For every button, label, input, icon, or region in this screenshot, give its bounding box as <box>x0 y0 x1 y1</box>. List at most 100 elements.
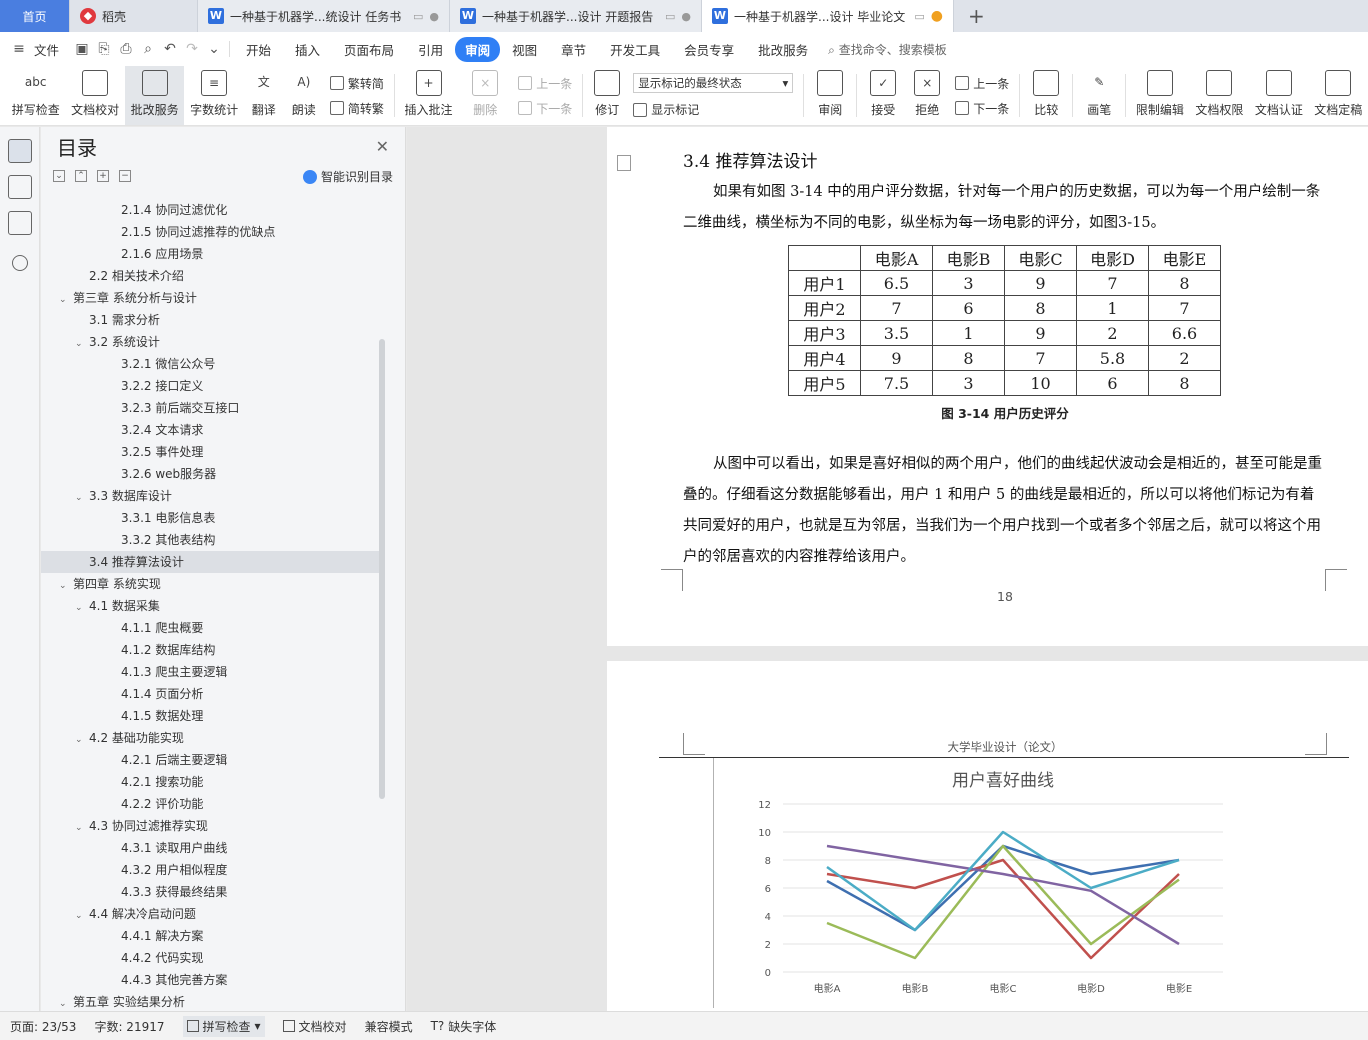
toc-item[interactable]: 4.1.3 爬虫主要逻辑 <box>41 661 381 683</box>
toc-item[interactable]: 4.2.2 评价功能 <box>41 793 381 815</box>
new-tab-button[interactable]: + <box>954 0 999 32</box>
window-icon[interactable]: ▭ <box>914 10 924 23</box>
toc-item[interactable]: 4.4.3 其他完善方案 <box>41 969 381 991</box>
toc-item[interactable]: 2.1.5 协同过滤推荐的优缺点 <box>41 221 381 243</box>
expand-arrow-icon[interactable]: ⌄ <box>75 729 89 751</box>
toc-item[interactable]: ⌄ 第四章 系统实现 <box>41 573 381 595</box>
table-cell[interactable]: 用户5 <box>788 370 861 396</box>
save-icon[interactable]: ▣ <box>71 41 93 57</box>
expand-arrow-icon[interactable]: ⌄ <box>59 289 73 311</box>
table-cell[interactable]: 3 <box>932 370 1005 396</box>
word-count-indicator[interactable]: 字数: 21917 <box>94 1018 164 1035</box>
toc-item[interactable]: 4.1.2 数据库结构 <box>41 639 381 661</box>
prev-comment-button[interactable]: 上一条 <box>518 75 572 92</box>
preference-chart[interactable]: 用户喜好曲线 0 2 4 6 8 10 12 电影A 电影B 电影C 电影D 电影E <box>713 758 1273 1008</box>
table-cell[interactable]: 1 <box>932 320 1005 346</box>
toc-item[interactable]: 2.1.4 协同过滤优化 <box>41 199 381 221</box>
tab-home[interactable]: 首页 <box>0 0 70 32</box>
menu-review[interactable]: 审阅 <box>455 36 501 62</box>
menu-chapter[interactable]: 章节 <box>549 40 598 59</box>
next-comment-button[interactable]: 下一条 <box>518 100 572 117</box>
table-cell[interactable]: 用户2 <box>788 295 861 321</box>
toc-item[interactable]: 4.1.4 页面分析 <box>41 683 381 705</box>
remove-heading-icon[interactable]: − <box>119 170 131 182</box>
show-markup-button[interactable]: 显示标记 <box>633 101 793 118</box>
toc-item[interactable]: 4.4.2 代码实现 <box>41 947 381 969</box>
table-cell[interactable]: 7 <box>1148 295 1221 321</box>
tab-doc-2[interactable]: W 一种基于机器学...设计 开题报告 ▭ ● <box>450 0 702 32</box>
toc-item[interactable]: 2.1.6 应用场景 <box>41 243 381 265</box>
next-change-button[interactable]: 下一条 <box>955 100 1009 117</box>
toc-item[interactable]: 3.2.6 web服务器 <box>41 463 381 485</box>
table-cell[interactable]: 电影A <box>860 245 933 271</box>
toc-item[interactable]: 2.2 相关技术介绍 <box>41 265 381 287</box>
prev-change-button[interactable]: 上一条 <box>955 75 1009 92</box>
tab-daoke[interactable]: ◆ 稻壳 <box>70 0 198 32</box>
toc-item[interactable]: ⌄ 4.4 解决冷启动问题 <box>41 903 381 925</box>
table-cell[interactable]: 7.5 <box>860 370 933 396</box>
table-cell[interactable]: 2 <box>1076 320 1149 346</box>
doc-check-button[interactable]: 文档校对 <box>65 66 124 125</box>
toc-panel-icon[interactable] <box>7 139 32 163</box>
menu-references[interactable]: 引用 <box>406 40 455 59</box>
menu-member[interactable]: 会员专享 <box>672 40 746 59</box>
table-cell[interactable]: 8 <box>1004 295 1077 321</box>
translate-button[interactable]: 文翻译 <box>244 66 284 125</box>
expand-arrow-icon[interactable]: ⌄ <box>75 597 89 619</box>
table-cell[interactable]: 1 <box>1076 295 1149 321</box>
expand-arrow-icon[interactable]: ⌄ <box>59 575 73 597</box>
track-changes-button[interactable]: 修订 <box>587 66 627 125</box>
reject-button[interactable]: × 拒绝 <box>905 66 949 125</box>
toc-item[interactable]: 3.4 推荐算法设计 <box>41 551 381 573</box>
menu-correction[interactable]: 批改服务 <box>746 40 820 59</box>
doc-rights-button[interactable]: 文档权限 <box>1190 66 1249 125</box>
search-icon[interactable] <box>11 255 28 271</box>
accept-button[interactable]: ✓ 接受 <box>861 66 905 125</box>
toc-item[interactable]: 3.2.5 事件处理 <box>41 441 381 463</box>
read-aloud-button[interactable]: A) 朗读 <box>284 66 324 125</box>
smart-toc-button[interactable]: 智能识别目录 <box>302 168 393 185</box>
menu-insert[interactable]: 插入 <box>283 40 332 59</box>
toc-item[interactable]: ⌄ 3.2 系统设计 <box>41 331 381 353</box>
table-cell[interactable]: 8 <box>932 345 1005 371</box>
navigation-pane-icon[interactable] <box>7 175 32 199</box>
toc-item[interactable]: ⌄ 3.3 数据库设计 <box>41 485 381 507</box>
toc-item[interactable]: 3.2.3 前后端交互接口 <box>41 397 381 419</box>
review-service-button[interactable]: 批改服务 <box>124 66 185 125</box>
close-icon[interactable]: ✕ <box>376 137 389 156</box>
toc-item[interactable]: 4.4.1 解决方案 <box>41 925 381 947</box>
word-count-button[interactable]: ≡ 字数统计 <box>184 66 243 125</box>
toc-item[interactable]: 4.1.5 数据处理 <box>41 705 381 727</box>
expand-arrow-icon[interactable]: ⌄ <box>75 333 89 355</box>
print-icon[interactable]: ⎙ <box>115 41 137 57</box>
window-icon[interactable]: ▭ <box>413 10 423 23</box>
table-cell[interactable]: 6.6 <box>1148 320 1221 346</box>
table-cell[interactable]: 3.5 <box>860 320 933 346</box>
toc-item[interactable]: 3.2.2 接口定义 <box>41 375 381 397</box>
toc-item[interactable]: 3.2.1 微信公众号 <box>41 353 381 375</box>
doc-final-button[interactable]: 文档定稿 <box>1309 66 1368 125</box>
menu-start[interactable]: 开始 <box>234 40 283 59</box>
expand-arrow-icon[interactable]: ⌄ <box>59 993 73 1011</box>
more-chevron-icon[interactable]: ⌄ <box>203 41 225 57</box>
toc-item[interactable]: 4.3.1 读取用户曲线 <box>41 837 381 859</box>
expand-arrow-icon[interactable]: ⌄ <box>75 487 89 509</box>
add-heading-icon[interactable]: + <box>97 170 109 182</box>
close-dot-icon[interactable]: ● <box>681 10 691 23</box>
toc-item[interactable]: 4.2.1 搜索功能 <box>41 771 381 793</box>
toc-item[interactable]: ⌄ 第五章 实验结果分析 <box>41 991 381 1011</box>
table-cell[interactable]: 用户4 <box>788 345 861 371</box>
table-cell[interactable]: 5.8 <box>1076 345 1149 371</box>
toc-item[interactable]: 4.1.1 爬虫概要 <box>41 617 381 639</box>
table-cell[interactable]: 2 <box>1148 345 1221 371</box>
paragraph-marker-icon[interactable] <box>617 155 631 171</box>
table-cell[interactable]: 9 <box>1004 320 1077 346</box>
table-cell[interactable]: 9 <box>860 345 933 371</box>
menu-view[interactable]: 视图 <box>500 40 549 59</box>
pen-button[interactable]: ✎ 画笔 <box>1077 66 1121 125</box>
print-preview-icon[interactable]: ⌕ <box>137 41 159 57</box>
table-cell[interactable]: 3 <box>932 270 1005 296</box>
menu-layout[interactable]: 页面布局 <box>332 40 406 59</box>
expand-arrow-icon[interactable]: ⌄ <box>75 817 89 839</box>
toc-scrollbar[interactable] <box>379 339 385 799</box>
